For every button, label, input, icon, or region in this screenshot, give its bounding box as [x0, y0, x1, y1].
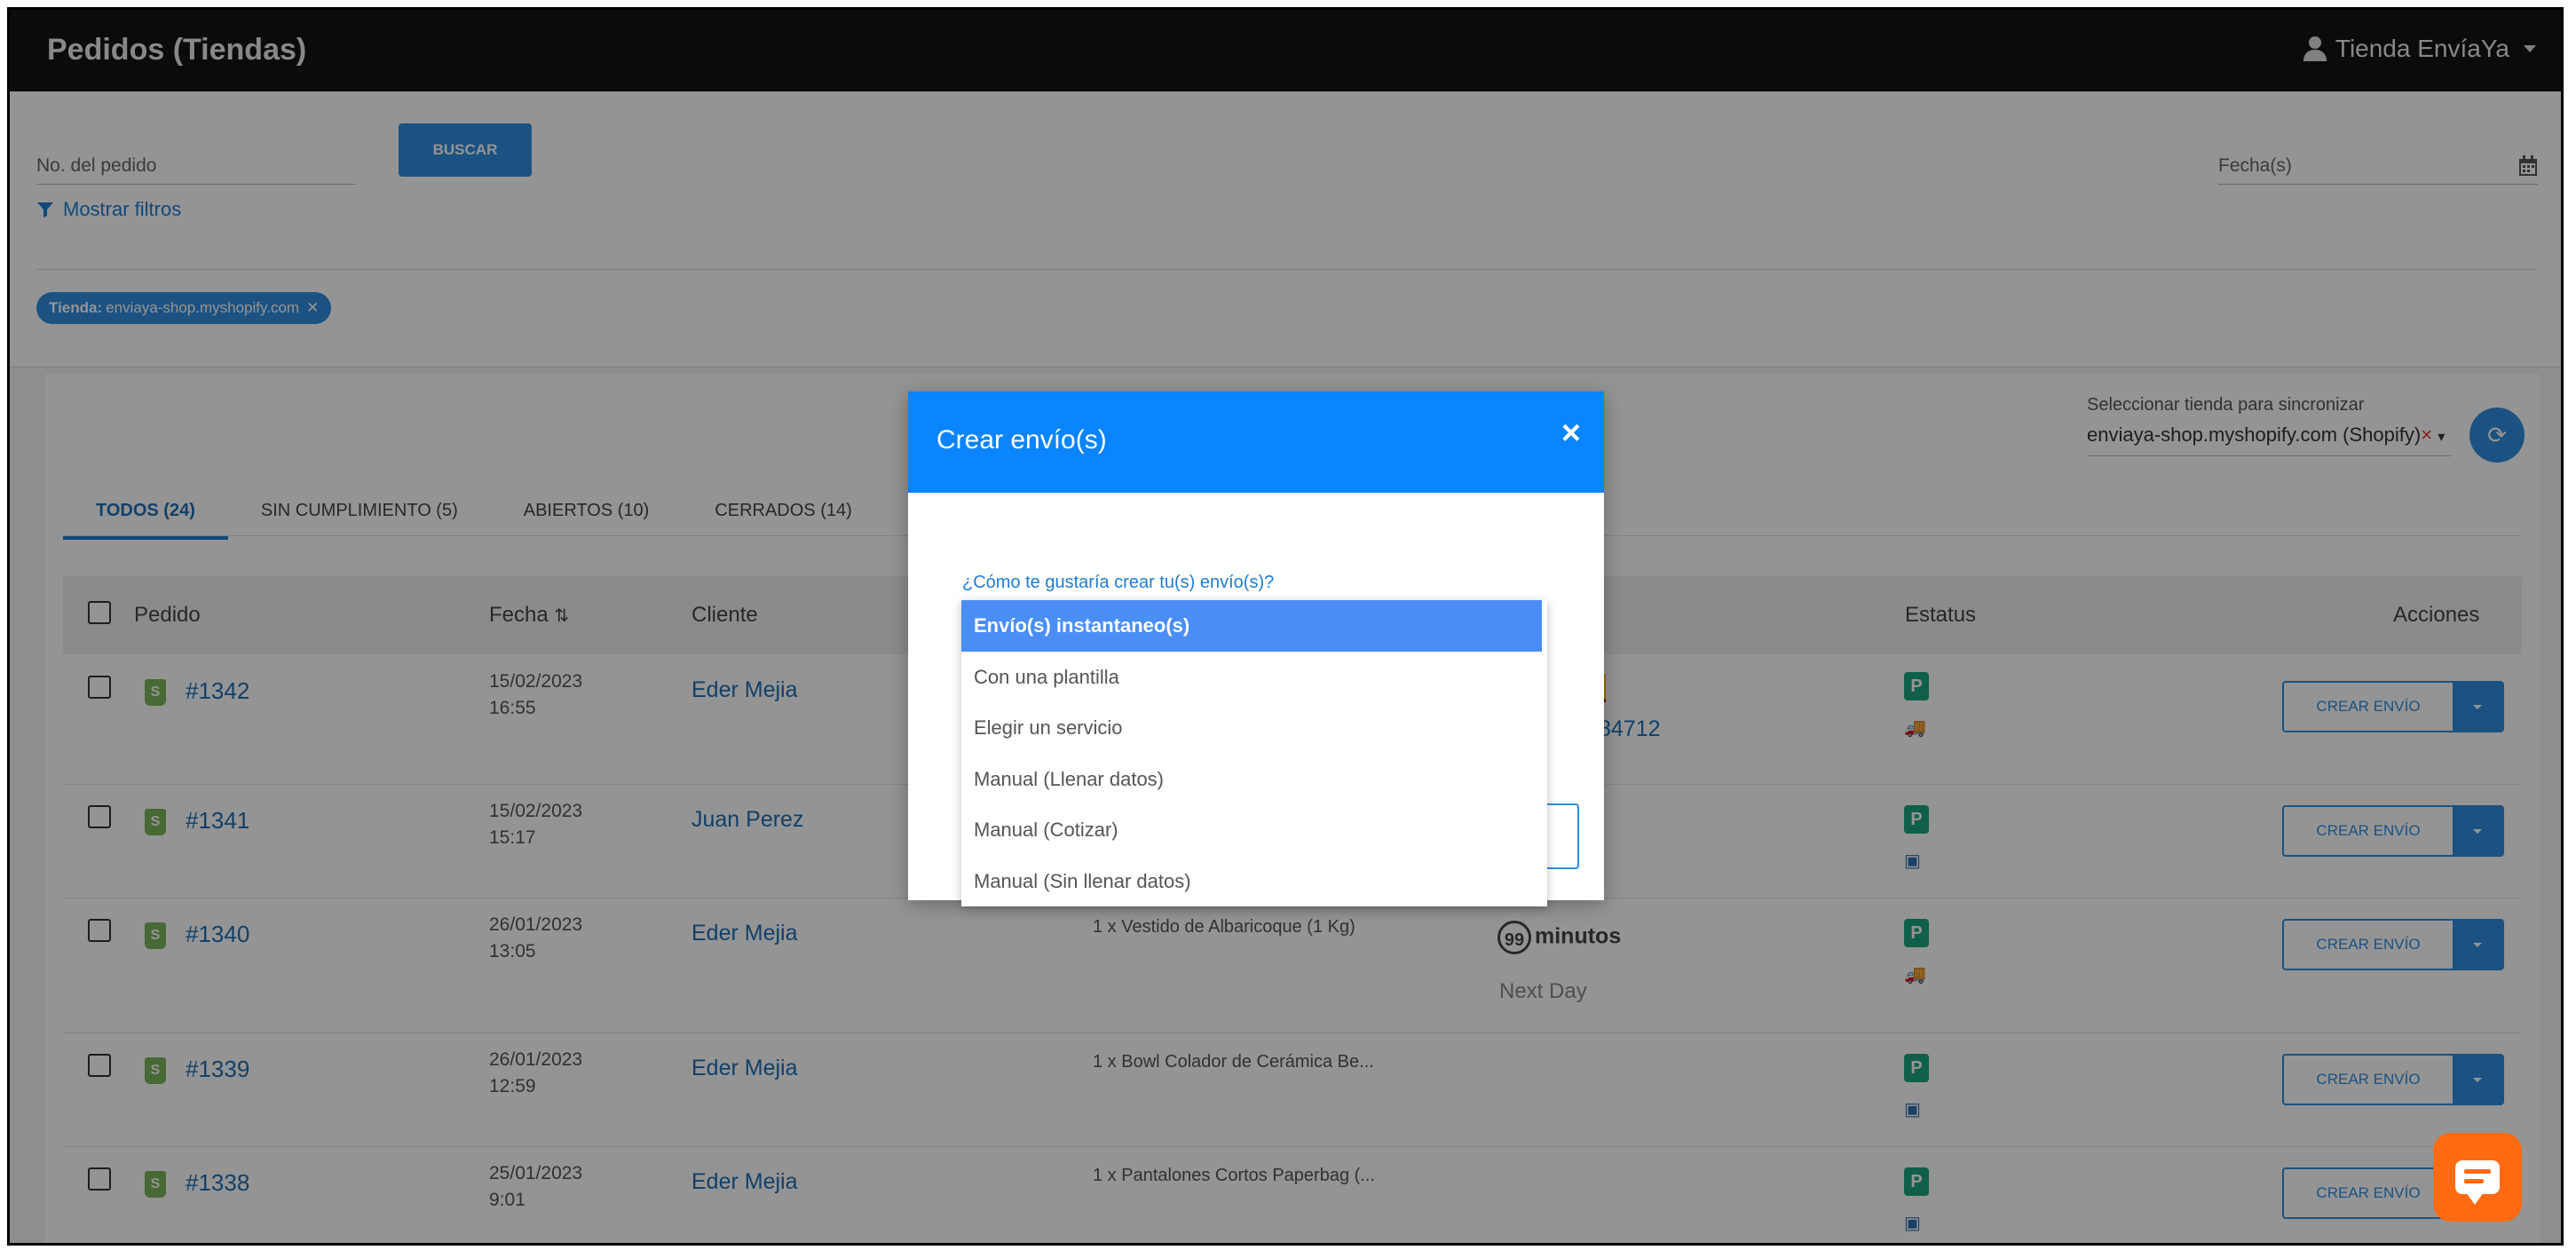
shipment-method-label: ¿Cómo te gustaría crear tu(s) envío(s)?: [962, 573, 1275, 592]
option-choose-service[interactable]: Elegir un servicio: [961, 702, 1547, 754]
app-window: Pedidos (Tiendas) Tienda EnvíaYa No. del…: [7, 7, 2564, 1246]
chat-icon: [2455, 1160, 2500, 1205]
modal-header: Crear envío(s) ×: [908, 392, 1604, 493]
option-manual-fill[interactable]: Manual (Llenar datos): [961, 754, 1547, 805]
option-instant[interactable]: Envío(s) instantaneo(s): [961, 600, 1542, 652]
shipment-method-dropdown: Envío(s) instantaneo(s) Con una plantill…: [961, 600, 1547, 906]
modal-title: Crear envío(s): [936, 425, 1107, 455]
chat-button[interactable]: [2433, 1133, 2522, 1222]
option-template[interactable]: Con una plantilla: [961, 652, 1547, 703]
option-manual-quote[interactable]: Manual (Cotizar): [961, 804, 1547, 856]
close-icon[interactable]: ×: [1561, 415, 1581, 453]
shipment-method-select-edge[interactable]: [1547, 803, 1579, 869]
option-manual-nofill[interactable]: Manual (Sin llenar datos): [961, 856, 1547, 907]
